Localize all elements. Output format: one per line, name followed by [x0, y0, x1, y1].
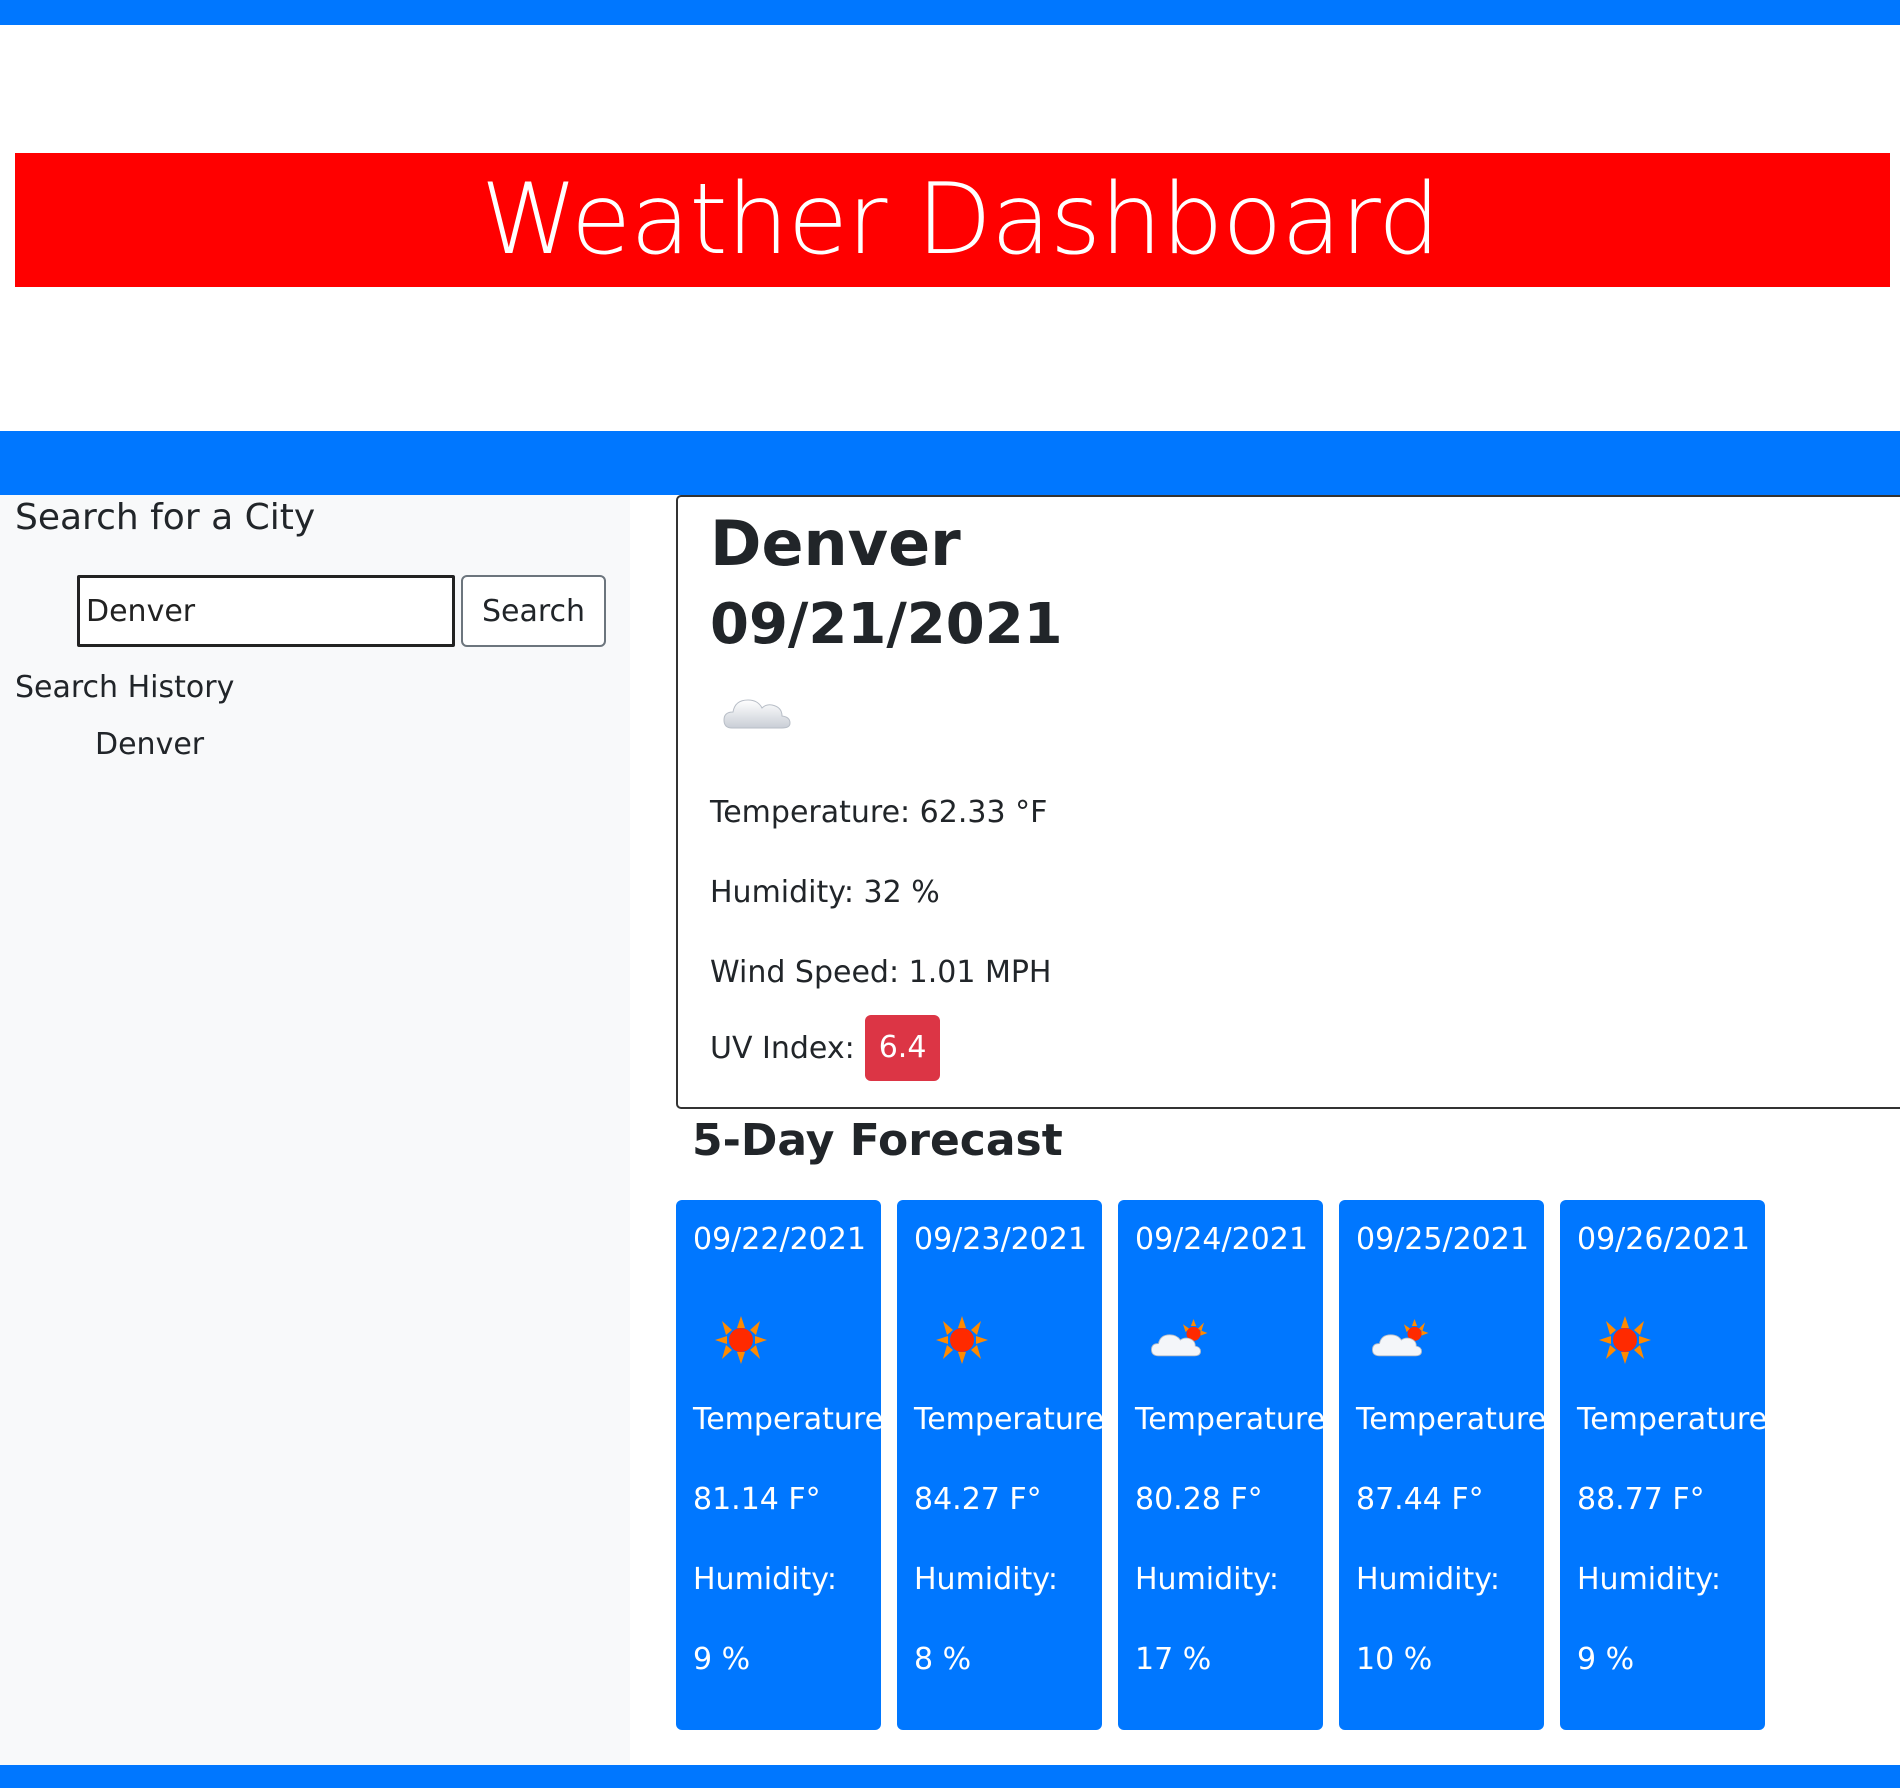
title-banner: Weather Dashboard	[15, 153, 1890, 287]
forecast-temperature: 84.27 F°	[914, 1482, 1042, 1517]
forecast-temperature: 88.77 F°	[1577, 1482, 1705, 1517]
current-humidity: Humidity: 32 %	[710, 875, 940, 910]
forecast-humidity-label: Humidity:	[1135, 1562, 1279, 1597]
bottom-accent-bar	[0, 1765, 1900, 1788]
forecast-humidity-label: Humidity:	[1577, 1562, 1721, 1597]
forecast-humidity: 10 %	[1356, 1642, 1433, 1677]
search-button[interactable]: Search	[461, 575, 606, 647]
search-history-item[interactable]: Denver	[95, 727, 204, 762]
partly-cloudy-icon	[1372, 1319, 1429, 1357]
forecast-list: 09/22/2021 Temperature: 81.14 F° Humidit…	[676, 1200, 1781, 1730]
forecast-date: 09/26/2021	[1577, 1222, 1750, 1257]
uv-index-badge: 6.4	[864, 1015, 941, 1081]
forecast-temperature-label: Temperature:	[693, 1402, 881, 1437]
forecast-temperature: 87.44 F°	[1356, 1482, 1484, 1517]
forecast-temperature-label: Temperature:	[1135, 1402, 1323, 1437]
forecast-card: 09/25/2021 Temperature: 87.44 F° Humidit…	[1339, 1200, 1544, 1730]
forecast-temperature-label: Temperature:	[1356, 1402, 1544, 1437]
forecast-card: 09/23/2021 Temperature: 84.27 F° Humidit…	[897, 1200, 1102, 1730]
city-name: Denver	[710, 507, 961, 580]
forecast-temperature-label: Temperature:	[914, 1402, 1102, 1437]
partly-cloudy-icon	[1151, 1319, 1208, 1357]
sidebar: Search for a City Search Search History …	[0, 495, 630, 1765]
cloud-icon	[723, 699, 791, 729]
current-weather-card: Denver 09/21/2021 Temperature: 62.33 °F …	[676, 495, 1900, 1109]
forecast-card: 09/26/2021 Temperature: 88.77 F° Humidit…	[1560, 1200, 1765, 1730]
uv-index-label: UV Index:	[710, 1030, 855, 1066]
top-accent-bar	[0, 0, 1900, 25]
page-title: Weather Dashboard	[480, 163, 1440, 277]
current-temperature: Temperature: 62.33 °F	[710, 795, 1048, 830]
search-input[interactable]	[77, 575, 455, 647]
forecast-date: 09/23/2021	[914, 1222, 1087, 1257]
forecast-temperature-label: Temperature:	[1577, 1402, 1765, 1437]
current-wind-speed: Wind Speed: 1.01 MPH	[710, 955, 1052, 990]
forecast-temperature: 81.14 F°	[693, 1482, 821, 1517]
search-history-heading: Search History	[15, 670, 235, 705]
forecast-date: 09/22/2021	[693, 1222, 866, 1257]
forecast-temperature: 80.28 F°	[1135, 1482, 1263, 1517]
forecast-humidity-label: Humidity:	[914, 1562, 1058, 1597]
forecast-date: 09/25/2021	[1356, 1222, 1529, 1257]
search-heading: Search for a City	[15, 497, 316, 538]
forecast-card: 09/24/2021 Temperature: 80.28 F° Humidit…	[1118, 1200, 1323, 1730]
forecast-card: 09/22/2021 Temperature: 81.14 F° Humidit…	[676, 1200, 881, 1730]
uv-index-row: UV Index: 6.4	[710, 1015, 941, 1081]
nav-accent-bar	[0, 431, 1900, 495]
forecast-heading: 5-Day Forecast	[692, 1115, 1063, 1166]
current-date: 09/21/2021	[710, 592, 1063, 657]
forecast-humidity: 8 %	[914, 1642, 972, 1677]
search-history-list: Denver	[95, 727, 204, 762]
forecast-humidity: 9 %	[693, 1642, 751, 1677]
sun-icon	[936, 1316, 988, 1364]
forecast-humidity-label: Humidity:	[693, 1562, 837, 1597]
forecast-humidity: 17 %	[1135, 1642, 1212, 1677]
forecast-humidity-label: Humidity:	[1356, 1562, 1500, 1597]
forecast-date: 09/24/2021	[1135, 1222, 1308, 1257]
forecast-humidity: 9 %	[1577, 1642, 1635, 1677]
sun-icon	[715, 1316, 767, 1364]
sun-icon	[1599, 1316, 1651, 1364]
